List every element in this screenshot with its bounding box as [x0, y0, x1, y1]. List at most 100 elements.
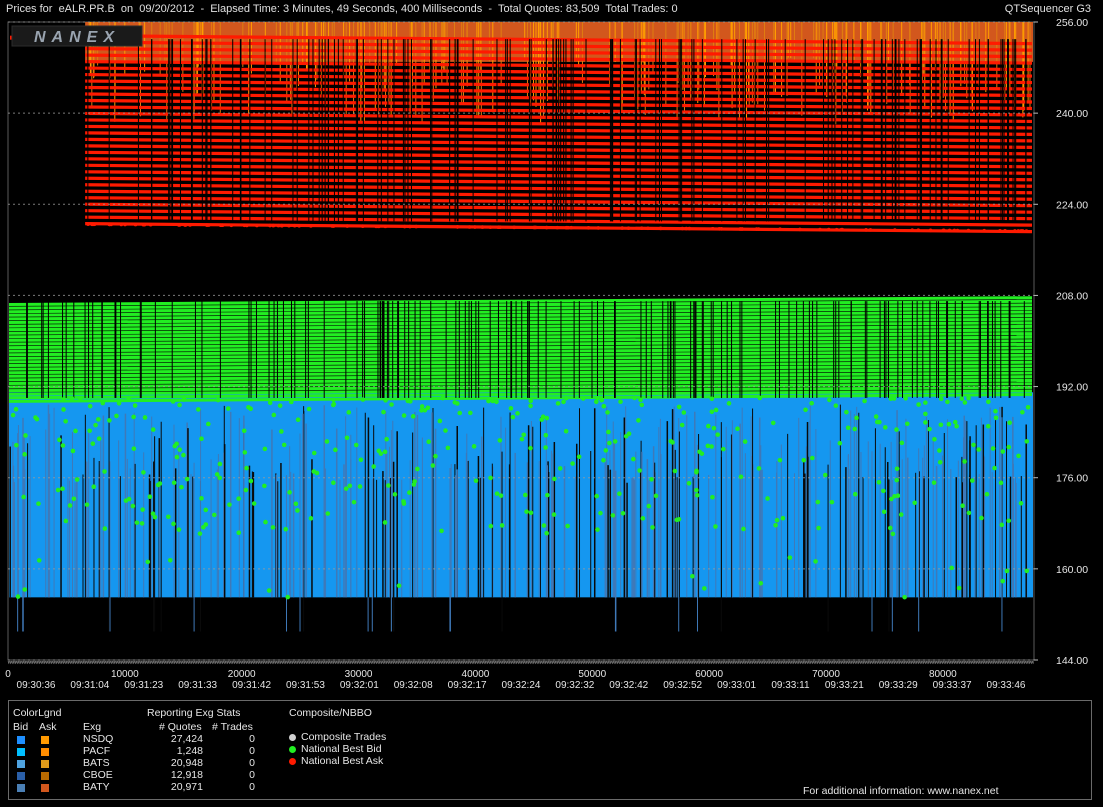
national-best-bid-point	[650, 525, 655, 530]
national-best-bid-point	[528, 403, 533, 409]
national-best-bid-point	[199, 436, 204, 442]
national-best-ask-point	[555, 225, 560, 230]
national-best-ask-point	[839, 227, 844, 232]
quotes-header: # Quotes	[159, 721, 202, 733]
national-best-bid-point	[440, 395, 446, 401]
national-best-bid-point	[386, 483, 391, 488]
national-best-bid-point	[96, 436, 102, 441]
national-best-bid-point	[473, 478, 479, 484]
national-best-ask-point	[271, 223, 276, 228]
national-best-bid-point	[443, 428, 448, 433]
y-tick-label: 160.00	[1056, 564, 1088, 576]
national-best-ask-point	[1019, 229, 1023, 233]
national-best-bid-point	[946, 421, 952, 427]
national-best-bid-point	[990, 446, 996, 451]
national-best-bid-point	[640, 516, 646, 521]
x-time-label: 09:31:04	[70, 680, 109, 691]
national-best-bid-point	[881, 488, 886, 494]
national-best-bid-point	[314, 470, 320, 476]
national-best-bid-point	[281, 442, 287, 448]
national-best-bid-point	[595, 527, 600, 532]
national-best-bid-point	[455, 401, 460, 406]
national-best-bid-point	[676, 404, 682, 410]
national-best-bid-point	[711, 425, 717, 431]
national-best-bid-point	[116, 400, 122, 406]
national-best-bid-point	[167, 557, 173, 563]
national-best-ask-point	[374, 224, 379, 229]
national-best-ask-point	[864, 228, 868, 232]
national-best-bid-point	[324, 439, 330, 444]
national-best-bid-point	[439, 528, 444, 534]
national-best-bid-point	[770, 420, 776, 426]
national-best-bid-point	[888, 525, 893, 531]
national-best-bid-point	[694, 492, 700, 498]
national-best-bid-point	[598, 510, 603, 516]
national-best-bid-point	[681, 410, 687, 415]
national-best-ask-point	[778, 227, 782, 232]
national-best-bid-point	[211, 512, 217, 518]
national-best-bid-point	[565, 523, 570, 529]
national-best-bid-point	[676, 516, 682, 522]
national-best-bid-point	[801, 457, 807, 463]
national-best-bid-point	[697, 449, 702, 455]
national-best-ask-point	[966, 228, 971, 233]
national-best-bid-point	[672, 468, 678, 474]
national-best-bid-point	[765, 496, 770, 501]
national-best-bid-point	[306, 406, 312, 412]
national-best-bid-point	[962, 400, 968, 405]
national-best-bid-point	[551, 512, 557, 517]
national-best-bid-point	[15, 594, 21, 599]
national-best-bid-point	[1020, 409, 1025, 415]
national-best-bid-point	[91, 484, 97, 490]
national-best-ask-point	[480, 225, 485, 229]
trades-header: # Trades	[212, 721, 253, 733]
x-time-label: 09:32:17	[448, 680, 487, 691]
x-time-label: 09:33:29	[879, 680, 918, 691]
y-tick-label: 240.00	[1056, 108, 1088, 120]
national-best-ask-point	[646, 226, 650, 231]
national-best-bid-point	[277, 403, 283, 408]
national-best-bid-point	[147, 494, 153, 500]
national-best-ask-point	[756, 227, 761, 231]
national-best-bid-point	[721, 446, 726, 452]
x-time-label: 09:31:23	[124, 680, 163, 691]
national-best-bid-point	[23, 433, 28, 438]
national-best-bid-point	[837, 440, 843, 446]
national-best-bid-point	[494, 399, 499, 405]
national-best-bid-point	[829, 499, 835, 505]
national-best-bid-point	[594, 493, 600, 499]
national-best-bid-point	[285, 594, 291, 600]
national-best-bid-point	[1004, 568, 1010, 574]
national-best-bid-point	[155, 482, 161, 488]
national-best-bid-point	[468, 410, 473, 416]
national-best-bid-point	[773, 523, 778, 528]
national-best-bid-point	[545, 492, 550, 498]
national-best-bid-point	[376, 448, 382, 454]
national-best-bid-point	[876, 480, 882, 485]
national-best-bid-point	[36, 558, 42, 563]
national-best-ask-point	[1013, 229, 1017, 233]
national-best-bid-point	[293, 501, 299, 507]
national-best-bid-point	[123, 498, 129, 503]
footer-link[interactable]: For additional information: www.nanex.ne…	[803, 785, 999, 797]
national-best-bid-point	[295, 417, 301, 423]
x-time-label: 09:31:42	[232, 680, 271, 691]
baty-ask-swatch	[41, 784, 49, 792]
national-best-bid-point	[437, 418, 443, 424]
national-best-bid-point	[852, 426, 858, 432]
national-best-bid-point	[263, 519, 268, 525]
national-best-bid-point	[780, 515, 786, 521]
national-best-bid-point	[976, 447, 981, 452]
national-best-bid-point	[494, 491, 500, 496]
national-best-bid-point	[756, 466, 762, 471]
national-best-bid-point	[96, 417, 101, 422]
national-best-bid-point	[1007, 420, 1012, 425]
national-best-ask-point	[947, 228, 952, 233]
x-time-label: 09:33:11	[771, 680, 810, 691]
national-best-bid-point	[34, 416, 40, 422]
national-best-bid-point	[822, 472, 828, 478]
national-best-bid-point	[13, 406, 19, 412]
exchange-trades: 0	[249, 757, 255, 769]
national-best-ask-point	[206, 223, 211, 227]
national-best-bid-point	[966, 510, 972, 516]
